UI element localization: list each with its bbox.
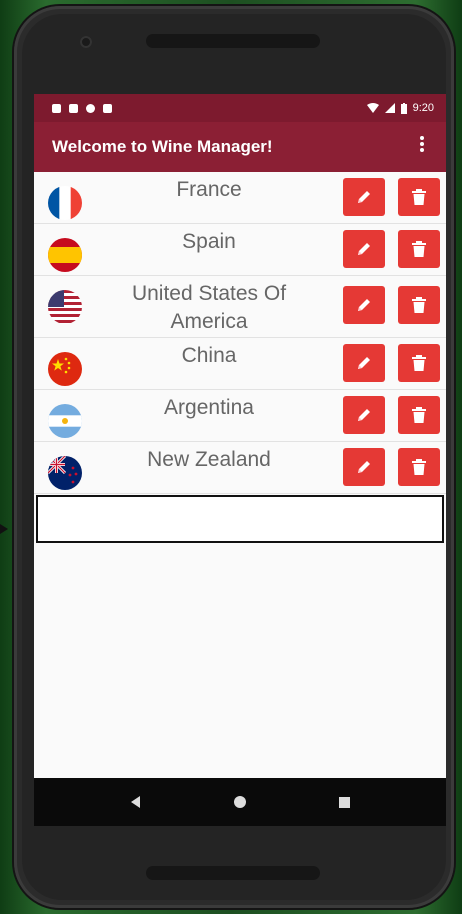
edit-button[interactable] <box>343 286 385 324</box>
app-bar: Welcome to Wine Manager! <box>34 122 446 172</box>
status-right: 9:20 <box>366 102 434 114</box>
signal-icon <box>384 103 395 113</box>
edit-button[interactable] <box>343 344 385 382</box>
list-item[interactable]: Argentina <box>34 390 446 442</box>
delete-button[interactable] <box>398 344 440 382</box>
country-name: United States Of America <box>131 282 287 333</box>
trash-icon <box>412 407 426 423</box>
country-name: New Zealand <box>147 448 271 471</box>
edit-button[interactable] <box>343 230 385 268</box>
delete-button[interactable] <box>398 396 440 434</box>
speaker-grille-top <box>146 34 320 48</box>
pencil-icon <box>358 191 370 203</box>
phone-screen: 9:20 Welcome to Wine Manager! France Spa… <box>34 94 446 826</box>
pencil-icon <box>358 357 370 369</box>
france-flag <box>48 186 82 220</box>
delete-button[interactable] <box>398 448 440 486</box>
list-item[interactable]: United States Of America <box>34 276 446 338</box>
pencil-icon <box>358 409 370 421</box>
recents-square-icon[interactable] <box>329 787 359 817</box>
list-item[interactable]: France <box>34 172 446 224</box>
new-country-input[interactable] <box>36 495 444 543</box>
list-item[interactable]: New Zealand <box>34 442 446 494</box>
status-bar: 9:20 <box>34 94 446 122</box>
back-triangle-icon[interactable] <box>121 787 151 817</box>
edit-button[interactable] <box>343 448 385 486</box>
pencil-icon <box>358 461 370 473</box>
list-item[interactable]: China <box>34 338 446 390</box>
sync-icon <box>86 103 95 113</box>
navigation-bar <box>34 778 446 826</box>
status-time: 9:20 <box>412 102 434 114</box>
pencil-icon <box>358 243 370 255</box>
battery-icon <box>400 102 407 114</box>
more-vert-icon[interactable] <box>414 135 430 159</box>
delete-button[interactable] <box>398 286 440 324</box>
delete-button[interactable] <box>398 178 440 216</box>
pointer-arrow-icon <box>0 524 8 534</box>
edit-button[interactable] <box>343 178 385 216</box>
country-list: France Spain United States Of America Ch… <box>34 172 446 494</box>
argentina-flag <box>48 404 82 438</box>
notification-icons <box>52 103 112 113</box>
pencil-icon <box>358 299 370 311</box>
delete-button[interactable] <box>398 230 440 268</box>
spain-flag <box>48 238 82 272</box>
edit-button[interactable] <box>343 396 385 434</box>
country-name: China <box>181 344 237 367</box>
notification-icon <box>69 103 78 113</box>
usa-flag <box>48 290 82 324</box>
country-name: Spain <box>182 230 236 253</box>
trash-icon <box>412 189 426 205</box>
china-flag <box>48 352 82 386</box>
home-circle-icon[interactable] <box>225 787 255 817</box>
sd-card-icon <box>103 103 112 113</box>
speaker-grille-bottom <box>146 866 320 880</box>
new-zealand-flag <box>48 456 82 490</box>
trash-icon <box>412 355 426 371</box>
country-name: Argentina <box>164 396 254 419</box>
camera-icon <box>80 36 92 48</box>
app-title: Welcome to Wine Manager! <box>52 137 273 156</box>
wifi-icon <box>366 103 379 113</box>
country-name: France <box>176 178 242 201</box>
trash-icon <box>412 297 426 313</box>
trash-icon <box>412 459 426 475</box>
trash-icon <box>412 241 426 257</box>
list-item[interactable]: Spain <box>34 224 446 276</box>
settings-icon <box>52 103 61 113</box>
